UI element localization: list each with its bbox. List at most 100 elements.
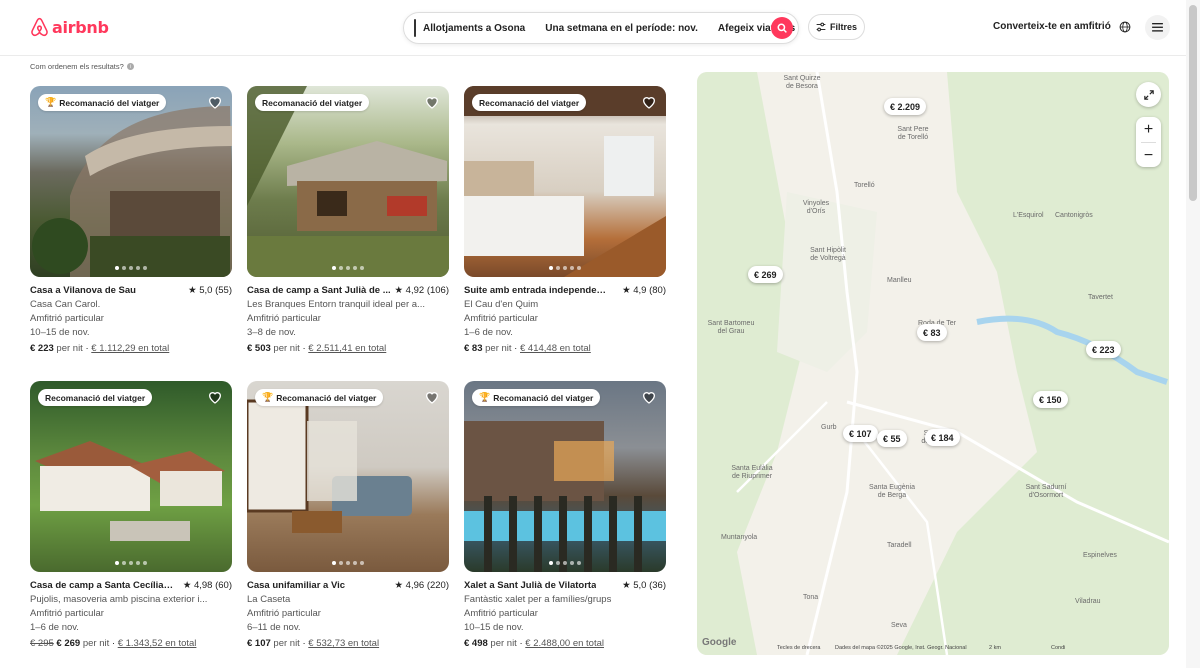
become-host-link[interactable]: Converteix-te en amfitrió (993, 21, 1111, 32)
map-terrain (697, 72, 1169, 655)
scrollbar-thumb[interactable] (1189, 5, 1197, 201)
listing-photo[interactable]: Recomanació del viatger (247, 86, 449, 277)
listing-title: Casa de camp a Santa Cecília d... (30, 580, 175, 591)
page-scrollbar[interactable] (1186, 0, 1200, 668)
heart-icon[interactable] (207, 94, 223, 110)
listing-rating: ★ 4,9 (80) (622, 285, 666, 296)
map-place-label: Sant Pere de Torelló (897, 126, 929, 141)
map-place-label: Muntanyola (721, 534, 758, 541)
listing-card[interactable]: Recomanació del viatger Casa de camp a S… (30, 381, 232, 649)
hamburger-icon (1152, 23, 1163, 32)
carousel-dots (30, 561, 232, 565)
listing-photo[interactable]: 🏆 Recomanació del viatger (464, 381, 666, 572)
badge-label: Recomanació del viatger (493, 392, 594, 403)
ordering-info-text: Com ordenem els resultats? (30, 62, 124, 71)
search-button[interactable] (771, 17, 793, 39)
map-price-pin[interactable]: € 107 (843, 425, 878, 442)
total-price-link[interactable]: € 1.112,29 en total (91, 343, 169, 354)
badge-label: Recomanació del viatger (276, 392, 377, 403)
listing-card[interactable]: 🏆 Recomanació del viatger Casa unifamilia… (247, 381, 449, 649)
user-menu-button[interactable] (1145, 15, 1170, 40)
map-price-pin[interactable]: € 269 (748, 266, 783, 283)
per-night-label: per nit (490, 638, 517, 649)
listing-host-type: Amfitrió particular (247, 313, 321, 324)
nightly-price: € 503 (247, 343, 271, 354)
listing-card[interactable]: Recomanació del viatger Casa de camp a S… (247, 86, 449, 354)
listing-photo[interactable]: Recomanació del viatger (30, 381, 232, 572)
map-place-label: Seva (891, 622, 907, 629)
search-location[interactable]: Allotjaments a Osona (416, 23, 535, 34)
listing-subtitle: El Cau d'en Quim (464, 299, 539, 310)
map-price-pin[interactable]: € 223 (1086, 341, 1121, 358)
map-place-label: Vinyoles d'Orís (802, 200, 830, 215)
trophy-icon: 🏆 (45, 97, 57, 107)
heart-icon[interactable] (641, 389, 657, 405)
heart-icon[interactable] (641, 94, 657, 110)
listing-photo[interactable]: 🏆 Recomanació del viatger (247, 381, 449, 572)
ordering-info-link[interactable]: Com ordenem els resultats? i (30, 62, 134, 71)
total-price-link[interactable]: € 2.488,00 en total (525, 638, 604, 649)
listing-dates: 10–15 de nov. (30, 327, 90, 338)
listing-photo[interactable]: 🏆 Recomanació del viatger (30, 86, 232, 277)
map-price-pin[interactable]: € 150 (1033, 391, 1068, 408)
heart-icon[interactable] (424, 94, 440, 110)
search-icon (777, 23, 787, 33)
heart-icon[interactable] (207, 389, 223, 405)
per-night-label: per nit (82, 638, 110, 649)
map-place-label: Gurb (821, 424, 837, 431)
keyboard-shortcuts-link[interactable]: Tecles de drecera (777, 645, 820, 651)
map-price-pin[interactable]: € 55 (877, 430, 907, 447)
map-price-pin[interactable]: € 2.209 (884, 98, 927, 115)
terms-link[interactable]: Condi (1051, 645, 1065, 651)
zoom-in-button[interactable]: + (1136, 117, 1161, 142)
map-attribution: Tecles de drecera Dades del mapa ©2025 G… (697, 643, 1169, 655)
listing-host-type: Amfitrió particular (30, 313, 104, 324)
listing-card[interactable]: Recomanació del viatger Suite amb entrad… (464, 86, 666, 354)
listing-card[interactable]: 🏆 Recomanació del viatger Xalet a Sant Ju… (464, 381, 666, 649)
house-illustration (464, 421, 666, 572)
results-map[interactable]: Sant Quirze de Besora Sant Pere de Torel… (697, 72, 1169, 655)
carousel-dots (464, 561, 666, 565)
search-bar[interactable]: Allotjaments a Osona Una setmana en el p… (403, 12, 799, 44)
listing-subtitle: La Caseta (247, 594, 291, 605)
carousel-dots (30, 266, 232, 270)
trophy-icon: 🏆 (262, 392, 274, 402)
map-place-label: Torelló (854, 182, 875, 189)
listing-card[interactable]: 🏆 Recomanació del viatger Casa a Vilanova… (30, 86, 232, 354)
badge-label: Recomanació del viatger (45, 392, 146, 403)
map-place-label: Sant Bartomeu del Grau (707, 320, 755, 335)
airbnb-logo[interactable]: airbnb (30, 17, 109, 38)
per-night-label: per nit (273, 343, 300, 354)
guest-favorite-badge: Recomanació del viatger (472, 94, 587, 111)
expand-map-button[interactable] (1136, 82, 1161, 107)
map-price-pin[interactable]: € 83 (917, 324, 947, 341)
guest-favorite-badge: Recomanació del viatger (255, 94, 370, 111)
airbnb-belo-icon (31, 17, 48, 37)
badge-label: Recomanació del viatger (59, 97, 160, 108)
search-dates[interactable]: Una setmana en el període: nov. (535, 23, 708, 34)
house-illustration (247, 86, 449, 277)
listing-title: Casa unifamiliar a Vic (247, 580, 346, 591)
total-price-link[interactable]: € 1.343,52 en total (118, 638, 197, 649)
map-place-label: Espinelves (1083, 552, 1117, 559)
listing-dates: 1–6 de nov. (464, 327, 513, 338)
badge-label: Recomanació del viatger (262, 97, 363, 108)
listing-title: Casa de camp a Sant Julià de ... (247, 285, 391, 296)
nightly-price: € 269 (56, 638, 81, 649)
zoom-out-button[interactable]: − (1136, 143, 1161, 168)
listing-title: Casa a Vilanova de Sau (30, 285, 136, 296)
listing-photo[interactable]: Recomanació del viatger (464, 86, 666, 277)
guest-favorite-badge: 🏆 Recomanació del viatger (255, 389, 384, 406)
map-zoom-control: + − (1136, 117, 1161, 167)
total-price-link[interactable]: € 532,73 en total (308, 638, 379, 649)
nightly-price: € 107 (247, 638, 271, 649)
heart-icon[interactable] (424, 389, 440, 405)
map-place-label: Santa Eugènia de Berga (869, 484, 915, 499)
total-price-link[interactable]: € 2.511,41 en total (308, 343, 386, 354)
top-header: airbnb Allotjaments a Osona Una setmana … (0, 0, 1186, 56)
filters-button[interactable]: Filtres (808, 14, 865, 40)
total-price-link[interactable]: € 414,48 en total (520, 343, 591, 354)
listing-rating: ★ 4,98 (60) (182, 580, 232, 591)
language-button[interactable] (1114, 16, 1136, 38)
map-price-pin[interactable]: € 184 (925, 429, 960, 446)
